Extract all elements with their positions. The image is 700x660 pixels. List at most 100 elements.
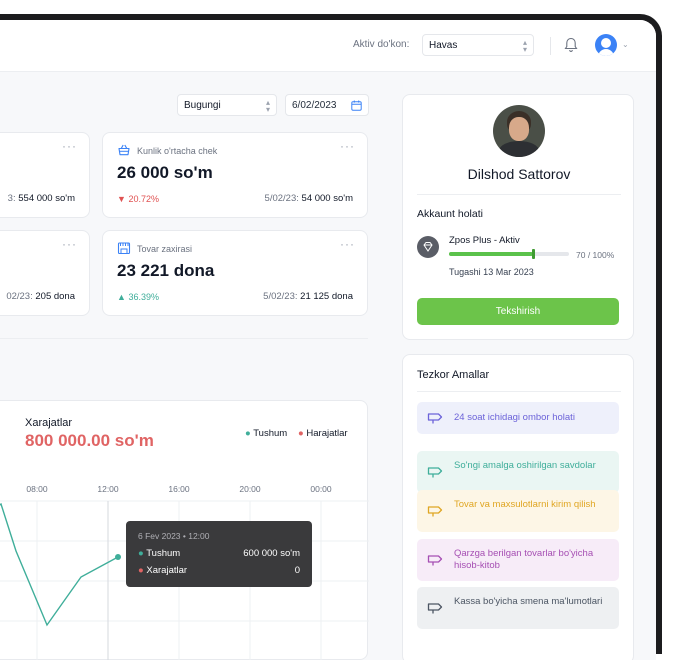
stat-card-avg-check: Kunlik o'rtacha chek ··· 26 000 so'm ▼ 2… [102,132,368,218]
signpost-icon [427,506,443,517]
app-screen: Aktiv do'kon: Havas ▴ ▾ ⌄ Bugungi ▴ ▾ 6/02… [0,20,656,660]
select-arrows-icon: ▴ ▾ [265,98,270,114]
top-bar: Aktiv do'kon: Havas ▴ ▾ ⌄ [0,20,656,72]
more-icon[interactable]: ··· [340,139,355,153]
compare-date: 3: [7,193,16,204]
more-icon[interactable]: ··· [62,139,77,153]
compare-date: 5/02/23: [264,193,299,204]
profile-card: Dilshod Sattorov Akkaunt holati Zpos Plu… [402,94,634,340]
tooltip-income-value: 600 000 so'm [243,548,300,559]
plan-name: Zpos Plus - Aktiv [449,235,520,246]
signpost-icon [427,413,443,424]
stat-title: Kunlik o'rtacha chek [137,146,218,156]
plan-progress-track [449,249,569,259]
compare-value: 205 dona [35,291,75,302]
tooltip-income: ● Tushum [138,548,180,559]
tooltip-date: 6 Fev 2023 • 12:00 [138,531,210,541]
compare-value: 554 000 so'm [18,193,75,204]
income-series-line [0,502,119,627]
account-status-title: Akkaunt holati [417,208,483,220]
select-arrows-icon: ▴ ▾ [522,38,527,54]
stat-title: Tovar zaxirasi [137,244,193,254]
x-tick-label: 20:00 [239,484,261,494]
quick-action-item[interactable]: 24 soat ichidagi ombor holati [417,402,619,434]
quick-actions-title: Tezkor Amallar [417,369,490,381]
plan-expiry: Tugashi 13 Mar 2023 [449,267,534,277]
period-select[interactable]: Bugungi ▴ ▾ [177,94,277,116]
quick-actions-card: Tezkor Amallar 24 soat ichidagi ombor ho… [402,354,634,660]
calendar-icon [351,100,362,111]
user-avatar-button[interactable] [595,34,617,56]
active-shop-label: Aktiv do'kon: [353,39,410,50]
plan-progress-fill [449,252,533,256]
divider [550,37,551,55]
quick-action-item[interactable]: Tovar va maxsulotlarni kirim qilish [417,490,619,532]
quick-action-label: 24 soat ichidagi ombor holati [454,412,575,423]
stat-card-sales: ··· 3: 554 000 so'm [0,132,90,218]
stat-compare: 3: 554 000 so'm [8,193,75,204]
quick-action-label: So'ngi amalga oshirilgan savdolar [454,460,596,471]
profile-name: Dilshod Sattorov [467,166,571,182]
divider [417,391,621,392]
active-shop-value: Havas [429,40,458,51]
quick-action-item[interactable]: So'ngi amalga oshirilgan savdolar [417,451,619,493]
avatar [493,105,545,157]
x-tick-label: 12:00 [97,484,119,494]
user-icon-head [601,38,611,48]
stat-value: 26 000 so'm [117,163,213,182]
delta-value: 20.72% [128,194,159,204]
tooltip-expense-label: Xarajatlar [146,565,188,576]
plan-progress-knob [532,249,535,259]
delta-value: 36.39% [128,292,159,302]
diamond-icon [417,236,439,258]
x-tick-label: 16:00 [168,484,190,494]
avatar-shirt [499,141,539,157]
bell-icon[interactable] [564,37,578,53]
stat-compare: 5/02/23: 54 000 so'm [265,193,353,204]
x-tick-label: 08:00 [26,484,48,494]
compare-date: 5/02/23: [263,291,298,302]
down-arrow-icon: ▼ [117,194,126,204]
quick-action-item[interactable]: Kassa bo'yicha smena ma'lumotlari [417,587,619,629]
compare-value: 21 125 dona [300,291,353,302]
stat-compare: 5/02/23: 21 125 dona [263,291,353,302]
date-value: 6/02/2023 [292,100,337,111]
quick-action-label: Kassa bo'yicha smena ma'lumotlari [454,596,603,607]
chart-card: Xarajatlar 800 000.00 so'm ● Tushum ● Ha… [0,400,369,660]
more-icon[interactable]: ··· [62,237,77,251]
compare-date: 02/23: [6,291,33,302]
x-tick-label: 00:00 [310,484,332,494]
stat-value: 23 221 dona [117,261,215,280]
legend-dot-icon: ● [138,565,144,576]
more-icon[interactable]: ··· [340,237,355,251]
legend-dot-icon: ● [138,548,144,559]
user-icon-body [598,49,614,56]
stat-card-stock: Tovar zaxirasi ··· 23 221 dona ▲ 36.39% … [102,230,368,316]
active-shop-select[interactable]: Havas ▴ ▾ [422,34,534,56]
date-picker[interactable]: 6/02/2023 [285,94,369,116]
up-arrow-icon: ▲ [117,292,126,302]
quick-action-label: Qarzga berilgan tovarlar bo'yicha hisob-… [454,548,594,571]
quick-action-label: Tovar va maxsulotlarni kirim qilish [454,499,596,510]
warehouse-icon [117,242,131,255]
stat-compare: 02/23: 205 dona [6,291,75,302]
plan-progress-label: 70 / 100% [576,250,615,260]
stat-delta: ▲ 36.39% [117,292,159,302]
chevron-down-icon[interactable]: ⌄ [622,40,629,49]
tooltip-expense: ● Xarajatlar [138,565,187,576]
basket-icon [118,144,130,156]
signpost-icon [427,467,443,478]
chart-tooltip: 6 Fev 2023 • 12:00 ● Tushum 600 000 so'm… [126,521,312,587]
signpost-icon [427,603,443,614]
stat-delta: ▼ 20.72% [117,194,159,204]
income-point [115,554,121,560]
check-button[interactable]: Tekshirish [417,298,619,325]
tooltip-income-label: Tushum [146,548,181,559]
stat-card-items: ··· 02/23: 205 dona [0,230,90,316]
period-value: Bugungi [184,100,221,111]
compare-value: 54 000 so'm [301,193,353,204]
section-divider [0,338,368,339]
signpost-icon [427,555,443,566]
avatar-face [509,117,529,141]
quick-action-item[interactable]: Qarzga berilgan tovarlar bo'yicha hisob-… [417,539,619,581]
